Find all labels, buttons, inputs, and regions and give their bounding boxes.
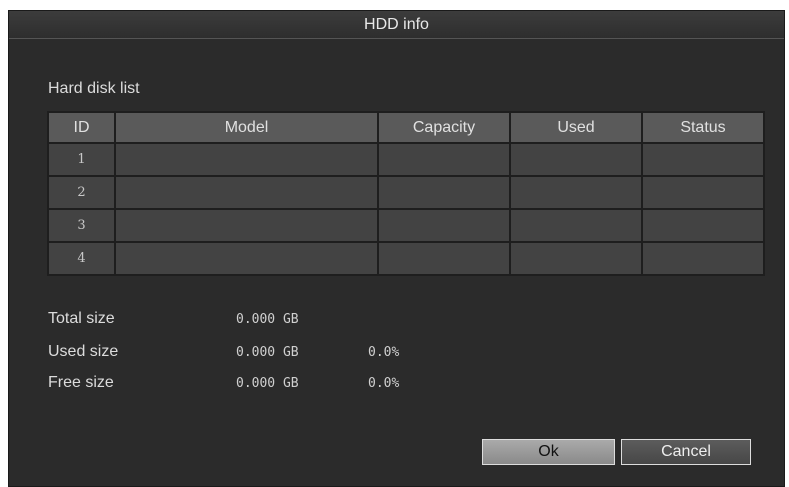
used-size-value: 0.000 GB [236, 345, 299, 360]
free-size-percent: 0.0% [368, 376, 400, 391]
table-row[interactable]: 3 [47, 208, 765, 243]
disk-used-cell [509, 208, 643, 243]
disk-status-cell [641, 175, 765, 210]
disk-status-cell [641, 241, 765, 276]
disk-model-cell [114, 175, 379, 210]
disk-capacity-cell [377, 175, 511, 210]
free-size-value: 0.000 GB [236, 376, 299, 391]
disk-capacity-cell [377, 208, 511, 243]
column-header-status: Status [641, 111, 765, 144]
total-size-value: 0.000 GB [236, 312, 299, 327]
disk-used-cell [509, 175, 643, 210]
disk-id-cell: 4 [47, 241, 116, 276]
disk-id-cell: 3 [47, 208, 116, 243]
disk-model-cell [114, 241, 379, 276]
disk-capacity-cell [377, 142, 511, 177]
hdd-info-dialog: HDD info Hard disk list ID Model Capacit… [8, 10, 785, 487]
column-header-capacity: Capacity [377, 111, 511, 144]
table-header-row: ID Model Capacity Used Status [47, 111, 765, 144]
table-row[interactable]: 1 [47, 142, 765, 177]
table-row[interactable]: 4 [47, 241, 765, 276]
cancel-button[interactable]: Cancel [621, 439, 751, 465]
used-size-percent: 0.0% [368, 345, 400, 360]
disk-id-cell: 2 [47, 175, 116, 210]
dialog-title: HDD info [9, 11, 784, 39]
disk-model-cell [114, 208, 379, 243]
disk-capacity-cell [377, 241, 511, 276]
disk-status-cell [641, 208, 765, 243]
column-header-used: Used [509, 111, 643, 144]
total-size-label: Total size [48, 310, 115, 327]
disk-status-cell [641, 142, 765, 177]
disk-id-cell: 1 [47, 142, 116, 177]
disk-model-cell [114, 142, 379, 177]
hard-disk-table: ID Model Capacity Used Status 1 2 3 4 [47, 111, 765, 276]
column-header-model: Model [114, 111, 379, 144]
ok-button[interactable]: Ok [482, 439, 615, 465]
used-size-label: Used size [48, 343, 119, 360]
disk-used-cell [509, 142, 643, 177]
column-header-id: ID [47, 111, 116, 144]
table-row[interactable]: 2 [47, 175, 765, 210]
hard-disk-list-label: Hard disk list [48, 80, 140, 97]
disk-used-cell [509, 241, 643, 276]
free-size-label: Free size [48, 374, 114, 391]
